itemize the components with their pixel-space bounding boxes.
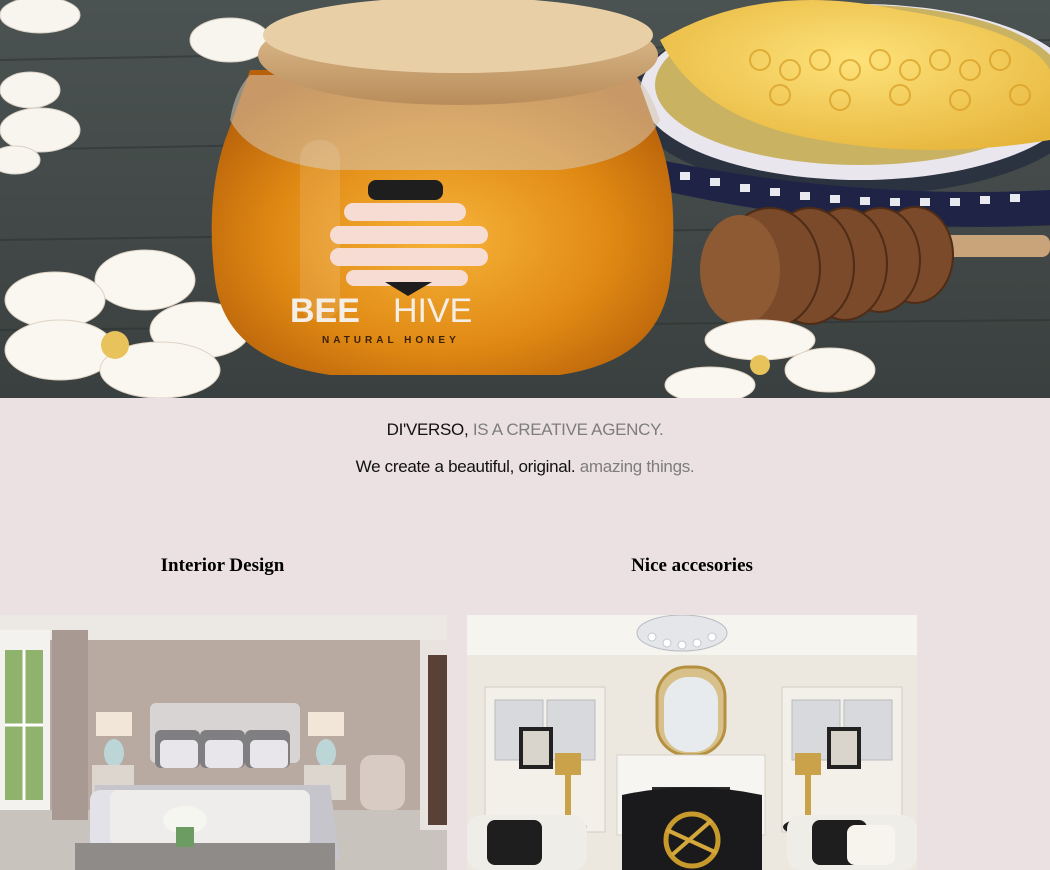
tagline-accent: amazing things. <box>579 457 695 476</box>
agency-name: DI'VERSO, <box>386 420 469 439</box>
tagline-statement: We create a beautiful, original. <box>355 457 576 476</box>
hero-brand-main: BEE <box>290 292 360 330</box>
section-title-nice-accessories: Nice accesories <box>631 555 753 576</box>
agency-descriptor: IS A CREATIVE AGENCY. <box>472 420 664 439</box>
tagline-line-1: DI'VERSO, IS A CREATIVE AGENCY. <box>0 420 1050 440</box>
accessories-image[interactable] <box>467 615 917 870</box>
hero-brand-accent: HIVE <box>393 292 472 330</box>
interior-design-image[interactable] <box>0 615 447 870</box>
hero-brand-sub: NATURAL HONEY <box>322 335 460 346</box>
hero-image: BEE HIVE NATURAL HONEY <box>0 0 1050 398</box>
tagline-line-2: We create a beautiful, original. amazing… <box>0 457 1050 477</box>
section-title-interior-design: Interior Design <box>160 555 285 576</box>
